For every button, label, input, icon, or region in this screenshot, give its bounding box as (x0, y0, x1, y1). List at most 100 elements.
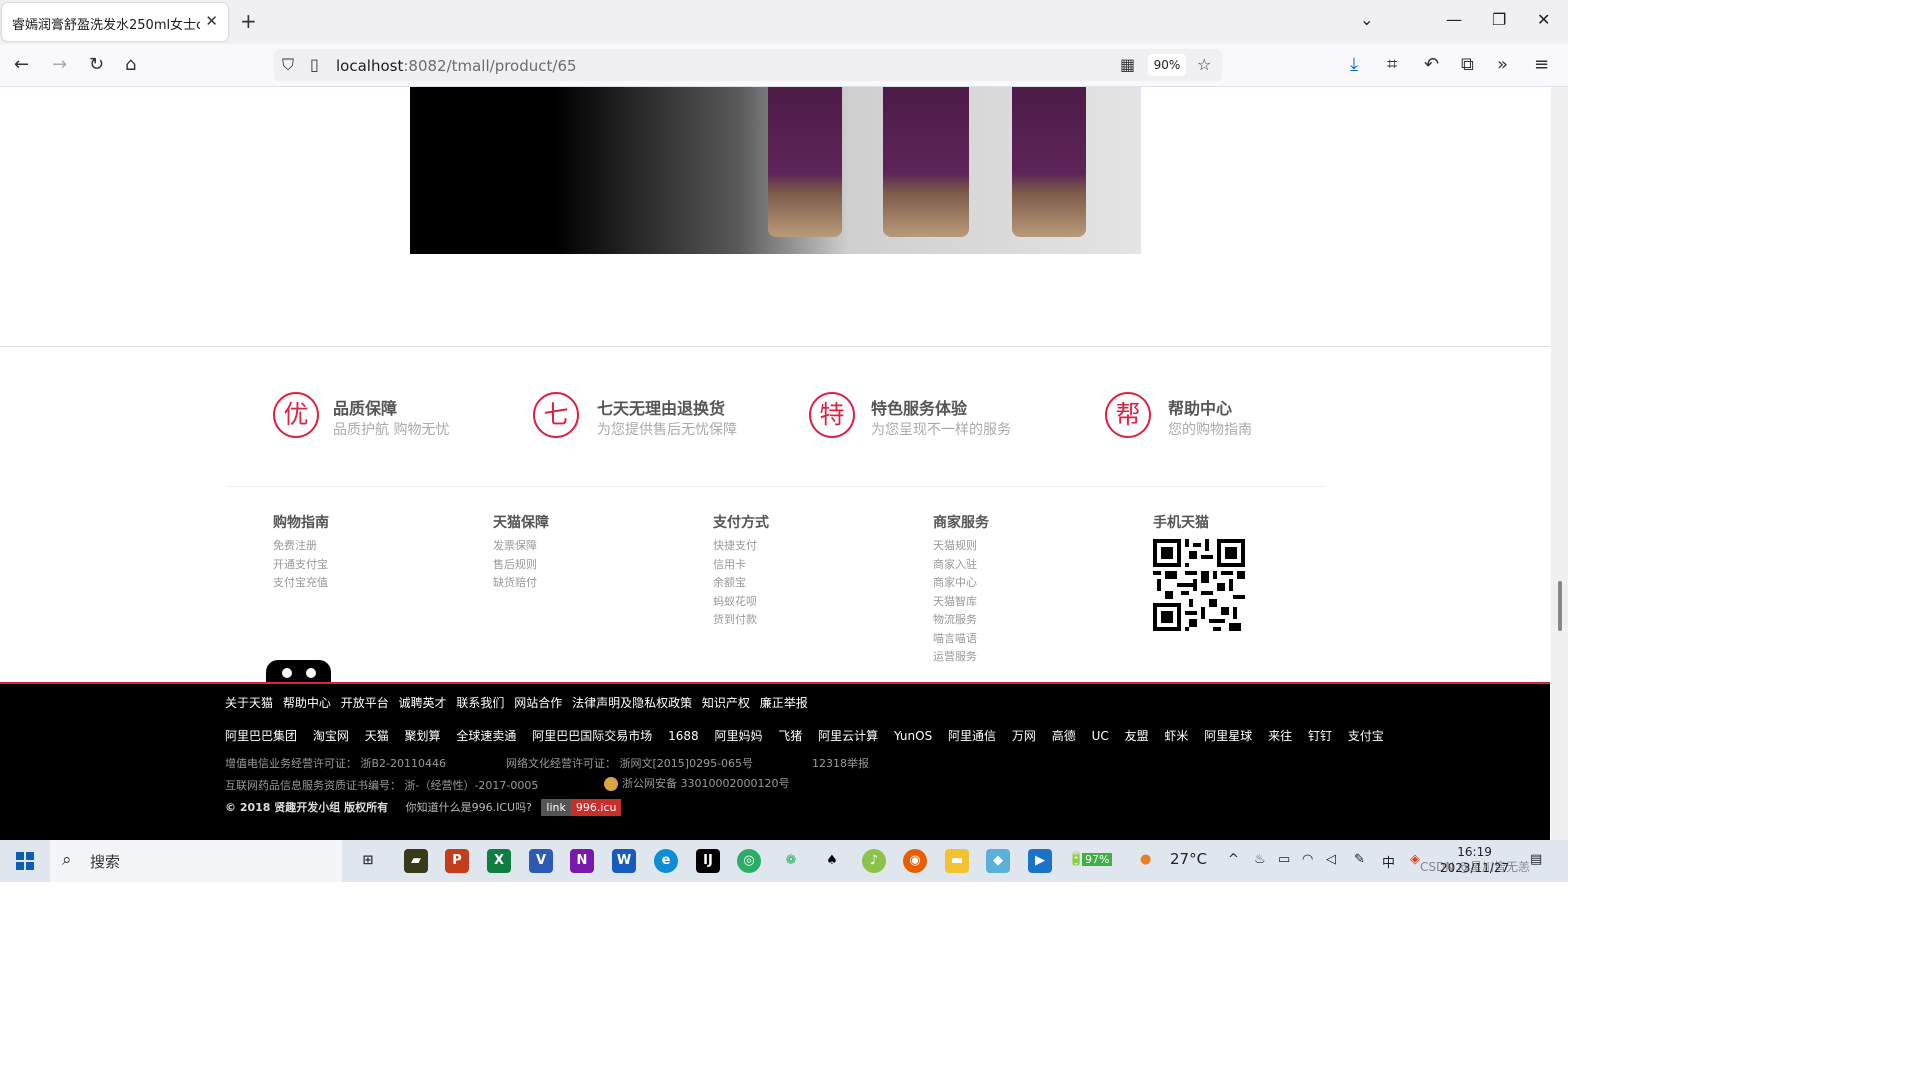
sticky-notes-icon[interactable]: ▰ (404, 849, 428, 873)
wifi-icon[interactable]: ◠ (1302, 852, 1313, 867)
wechat-icon[interactable]: ◎ (737, 849, 761, 873)
bookmark-star-icon[interactable]: ☆ (1197, 55, 1211, 74)
tray-app-icon[interactable]: ◈ (1410, 852, 1420, 867)
active-tab[interactable]: 睿嫣润膏舒盈洗发水250ml女士coc ✕ (2, 3, 228, 41)
overflow-icon[interactable]: » (1497, 54, 1508, 75)
footer-link[interactable]: 诚聘英才 (399, 696, 447, 710)
qq-icon[interactable]: ♠ (820, 849, 844, 873)
close-window-icon[interactable]: ✕ (1537, 10, 1550, 29)
word-icon[interactable]: W (612, 849, 636, 873)
qr-code-icon[interactable]: ▦ (1120, 55, 1135, 74)
column-link[interactable]: 发票保障 (493, 537, 549, 556)
music-icon[interactable]: ♪ (862, 849, 886, 873)
column-link[interactable]: 开通支付宝 (273, 556, 329, 575)
screenshot-icon[interactable]: ⌗ (1387, 54, 1397, 75)
close-tab-icon[interactable]: ✕ (205, 12, 218, 30)
site-link[interactable]: YunOS (894, 729, 932, 743)
system-clock[interactable]: 16:19 2023/11/27 (1440, 844, 1509, 876)
browser-icon[interactable]: ❁ (779, 849, 803, 873)
visio-icon[interactable]: V (529, 849, 553, 873)
power-icon[interactable]: ▭ (1278, 852, 1290, 867)
task-view-icon[interactable]: ⊞ (356, 849, 380, 873)
report-link[interactable]: 12318举报 (812, 755, 869, 771)
shield-icon[interactable]: ⛉ (282, 55, 294, 75)
site-link[interactable]: 虾米 (1164, 729, 1188, 743)
column-link[interactable]: 蚂蚁花呗 (713, 593, 769, 612)
weather-icon[interactable]: ● (1140, 852, 1151, 867)
pen-icon[interactable]: ✎ (1354, 852, 1365, 867)
extensions-icon[interactable]: ⧉ (1461, 54, 1474, 75)
column-link[interactable]: 物流服务 (933, 611, 989, 630)
minimize-icon[interactable]: — (1446, 10, 1462, 29)
ime-indicator[interactable]: 中 (1382, 852, 1395, 871)
site-link[interactable]: 全球速卖通 (456, 729, 516, 743)
column-link[interactable]: 喵言喵语 (933, 630, 989, 649)
undo-icon[interactable]: ↶ (1424, 54, 1439, 75)
scrollbar-thumb[interactable] (1558, 581, 1562, 631)
column-link[interactable]: 支付宝充值 (273, 574, 329, 593)
footer-link[interactable]: 廉正举报 (760, 696, 808, 710)
app-icon[interactable]: ◆ (986, 849, 1010, 873)
site-link[interactable]: 阿里巴巴国际交易市场 (532, 729, 652, 743)
column-link[interactable]: 天猫规则 (933, 537, 989, 556)
intellij-icon[interactable]: IJ (696, 849, 720, 873)
site-link[interactable]: 万网 (1012, 729, 1036, 743)
site-link[interactable]: 高德 (1052, 729, 1076, 743)
forward-icon[interactable]: → (52, 54, 67, 75)
home-icon[interactable]: ⌂ (125, 54, 136, 75)
address-bar[interactable]: ⛉ ▯ localhost:8082/tmall/product/65 ▦ 90… (274, 49, 1222, 81)
file-explorer-icon[interactable]: ▬ (945, 849, 969, 873)
reload-icon[interactable]: ↻ (89, 54, 104, 75)
site-link[interactable]: 天猫 (365, 729, 389, 743)
menu-icon[interactable]: ≡ (1534, 54, 1549, 75)
footer-link[interactable]: 关于天猫 (225, 696, 273, 710)
site-link[interactable]: 阿里妈妈 (714, 729, 762, 743)
onenote-icon[interactable]: N (570, 849, 594, 873)
column-link[interactable]: 运营服务 (933, 648, 989, 667)
column-link[interactable]: 货到付款 (713, 611, 769, 630)
edge-icon[interactable]: e (654, 849, 678, 873)
site-link[interactable]: 阿里巴巴集团 (225, 729, 297, 743)
column-link[interactable]: 快捷支付 (713, 537, 769, 556)
site-link[interactable]: 聚划算 (405, 729, 441, 743)
powerpoint-icon[interactable]: P (445, 849, 469, 873)
column-link[interactable]: 天猫智库 (933, 593, 989, 612)
site-link[interactable]: 来往 (1268, 729, 1292, 743)
site-link[interactable]: 阿里通信 (948, 729, 996, 743)
download-icon[interactable]: ⤓ (1350, 54, 1358, 75)
site-link[interactable]: 阿里星球 (1204, 729, 1252, 743)
column-link[interactable]: 售后规则 (493, 556, 549, 575)
site-link[interactable]: 阿里云计算 (818, 729, 878, 743)
firefox-icon[interactable]: ◉ (903, 849, 927, 873)
footer-link[interactable]: 联系我们 (456, 696, 504, 710)
site-link[interactable]: 1688 (668, 729, 699, 743)
tray-chevron-icon[interactable]: ^ (1228, 852, 1239, 867)
microphone-icon[interactable]: ♨ (1254, 852, 1266, 867)
footer-link[interactable]: 开放平台 (341, 696, 389, 710)
tab-list-icon[interactable]: ⌄ (1360, 10, 1373, 29)
site-link[interactable]: UC (1092, 729, 1109, 743)
notification-icon[interactable]: ▤ (1530, 852, 1542, 867)
windows-start-icon[interactable] (16, 852, 34, 870)
footer-link[interactable]: 网站合作 (514, 696, 562, 710)
site-link[interactable]: 支付宝 (1348, 729, 1384, 743)
site-link[interactable]: 飞猪 (778, 729, 802, 743)
zoom-level[interactable]: 90% (1148, 54, 1186, 76)
volume-icon[interactable]: ◁ (1326, 852, 1336, 867)
column-link[interactable]: 信用卡 (713, 556, 769, 575)
footer-link[interactable]: 帮助中心 (283, 696, 331, 710)
video-icon[interactable]: ▶ (1028, 849, 1052, 873)
restore-icon[interactable]: ❐ (1492, 10, 1506, 29)
footer-link[interactable]: 知识产权 (702, 696, 750, 710)
column-link[interactable]: 商家入驻 (933, 556, 989, 575)
column-link[interactable]: 余额宝 (713, 574, 769, 593)
back-icon[interactable]: ← (14, 54, 29, 75)
column-link[interactable]: 商家中心 (933, 574, 989, 593)
url-text[interactable]: localhost:8082/tmall/product/65 (336, 57, 577, 75)
column-link[interactable]: 缺货赔付 (493, 574, 549, 593)
footer-link[interactable]: 法律声明及隐私权政策 (572, 696, 692, 710)
996-badge[interactable]: link 996.icu (541, 799, 622, 816)
excel-icon[interactable]: X (487, 849, 511, 873)
new-tab-icon[interactable]: + (240, 9, 257, 33)
taskbar-search[interactable]: ⌕ 搜索 (50, 840, 342, 882)
